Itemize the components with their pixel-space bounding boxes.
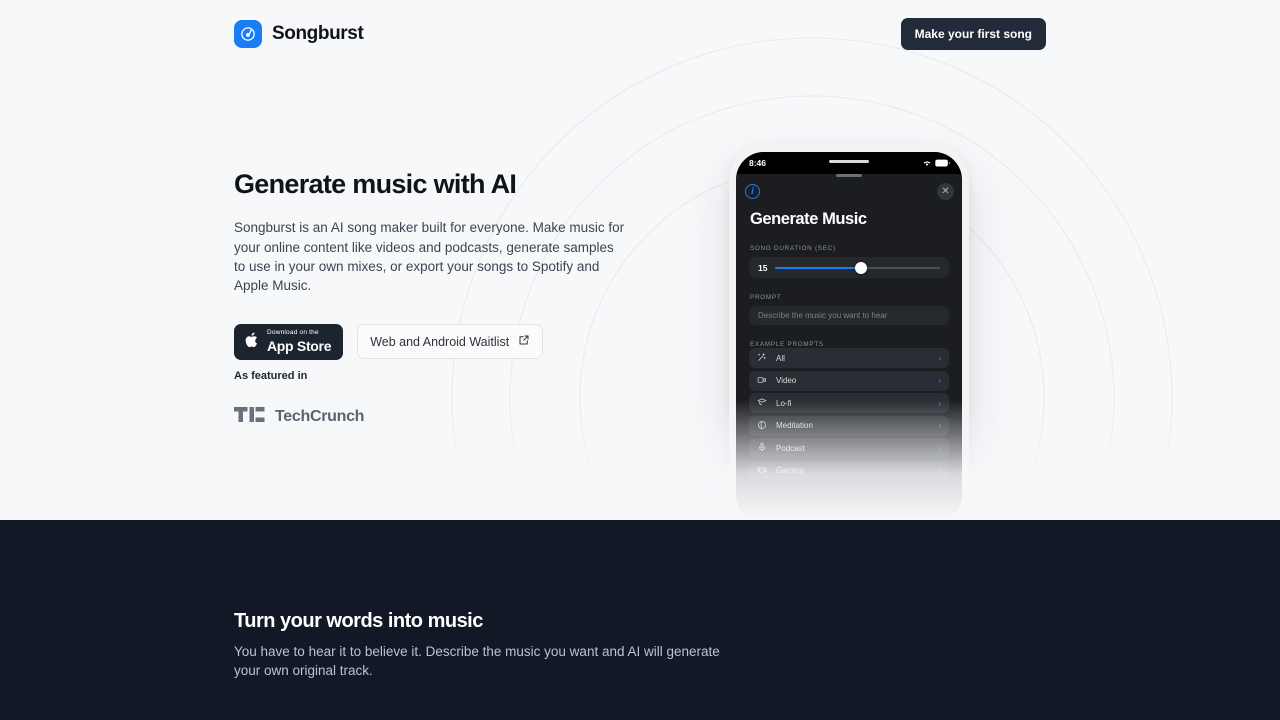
songburst-logo-icon [234, 20, 262, 48]
phone-speaker [829, 160, 869, 163]
status-bar-time: 8:46 [749, 158, 767, 168]
hero-copy: Generate music with AI Songburst is an A… [234, 168, 634, 360]
dark-section-title: Turn your words into music [234, 610, 483, 632]
background-rings [451, 37, 1173, 520]
prompt-placeholder: Describe the music you want to hear [758, 311, 888, 320]
make-first-song-button[interactable]: Make your first song [900, 18, 1046, 50]
song-duration-value: 15 [758, 262, 768, 273]
list-item[interactable]: Gaming › [749, 460, 949, 481]
list-item-label: Lo-fi [776, 398, 792, 408]
landing-page: Songburst Make your first song Generate … [0, 0, 1280, 720]
app-store-button[interactable]: Download on the App Store [234, 324, 344, 360]
dark-section-subtitle: You have to hear it to believe it. Descr… [234, 644, 720, 678]
app-store-text: Download on the App Store [267, 329, 332, 354]
song-duration-slider[interactable] [775, 261, 940, 275]
sheet-title: Generate Music [750, 210, 867, 228]
hero-subtitle: Songburst is an AI song maker built for … [234, 220, 625, 293]
chevron-right-icon: › [938, 353, 941, 363]
waitlist-button-label: Web and Android Waitlist [370, 334, 510, 349]
techcrunch-wordmark: TechCrunch [275, 408, 365, 425]
app-store-small-label: Download on the [267, 329, 319, 337]
brand-name: Songburst [272, 23, 364, 44]
prompt-label: PROMPT [750, 294, 782, 301]
hero-section: Songburst Make your first song Generate … [0, 0, 1280, 520]
sheet-header: i ✕ [736, 168, 962, 212]
status-bar-indicators [922, 154, 950, 172]
chevron-right-icon: › [938, 398, 941, 408]
slider-fill [775, 266, 862, 269]
list-item[interactable]: Lo-fi › [749, 393, 949, 413]
dark-section-inner: Turn your words into music You have to h… [0, 520, 1280, 681]
app-store-big-label: App Store [267, 337, 332, 354]
list-item[interactable]: Meditation › [749, 415, 949, 436]
featured-label: As featured in [234, 370, 308, 382]
list-item-label: Podcast [776, 443, 805, 453]
phone-body: 8:46 i ✕ Generate Music SONG DURATION (S… [729, 145, 969, 520]
slider-knob[interactable] [855, 261, 868, 274]
microphone-icon [757, 439, 767, 457]
generate-music-sheet: i ✕ Generate Music SONG DURATION (SEC) 1… [736, 168, 962, 520]
waitlist-button[interactable]: Web and Android Waitlist [357, 324, 544, 360]
wifi-icon [922, 154, 932, 172]
example-prompts-list: All › Video › Lo-fi › Meditation › Podca… [736, 348, 962, 481]
chevron-right-icon: › [938, 443, 941, 453]
close-icon[interactable]: ✕ [937, 183, 954, 200]
apple-icon [245, 331, 260, 352]
bottom-fade-overlay [0, 400, 1280, 520]
list-item[interactable]: All › [749, 348, 949, 368]
page-title: Generate music with AI [234, 169, 517, 199]
external-link-icon [518, 334, 530, 349]
song-duration-row: 15 [749, 257, 949, 278]
chevron-right-icon: › [938, 421, 941, 430]
techcrunch-logo: TechCrunch [234, 406, 364, 428]
phone-screen: 8:46 i ✕ Generate Music SONG DURATION (S… [736, 152, 962, 520]
site-header: Songburst Make your first song [0, 0, 1280, 68]
dark-section: Turn your words into music You have to h… [0, 520, 1280, 720]
list-item-label: Gaming [776, 466, 805, 475]
gamepad-icon [757, 462, 767, 480]
song-duration-label: SONG DURATION (SEC) [750, 245, 836, 252]
list-item-label: All [776, 353, 785, 363]
chevron-right-icon: › [938, 466, 941, 475]
phone-mockup: 8:46 i ✕ Generate Music SONG DURATION (S… [729, 145, 969, 520]
hero-actions: Download on the App Store Web and Androi… [234, 324, 634, 360]
list-item-label: Video [776, 376, 797, 385]
graduation-cap-icon [757, 394, 767, 412]
battery-icon [935, 154, 950, 172]
list-item-label: Meditation [776, 421, 813, 430]
info-icon[interactable]: i [745, 184, 760, 199]
magic-wand-icon [757, 349, 767, 367]
example-prompts-label: EXAMPLE PROMPTS [750, 341, 824, 348]
brand[interactable]: Songburst [234, 20, 364, 48]
video-camera-icon [757, 372, 767, 390]
prompt-input[interactable]: Describe the music you want to hear [749, 306, 949, 325]
meditation-icon [757, 417, 767, 435]
chevron-right-icon: › [938, 376, 941, 385]
list-item[interactable]: Podcast › [749, 438, 949, 458]
list-item[interactable]: Video › [749, 370, 949, 391]
techcrunch-mark-icon [234, 406, 266, 428]
